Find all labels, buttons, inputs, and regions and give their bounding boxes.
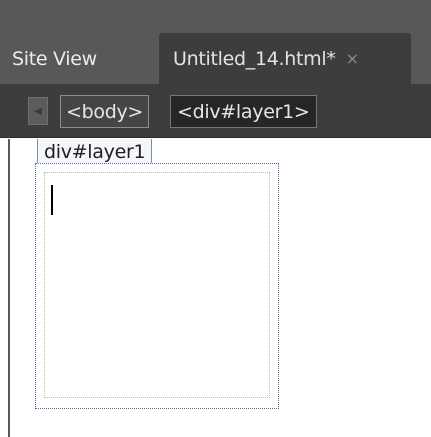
close-icon[interactable]: × [346,49,359,68]
layer-name-label: div#layer1 [44,140,146,163]
tab-untitled-document[interactable]: Untitled_14.html* × [159,33,411,84]
tag-body[interactable]: <body> [60,95,150,128]
layer1-div-box[interactable] [35,163,279,409]
tag-div-layer1-label: <div#layer1> [177,100,310,123]
tab-site-view-label: Site View [12,47,97,70]
tab-document-label: Untitled_14.html* [173,47,336,70]
layer1-content-area[interactable] [44,172,270,398]
tag-body-label: <body> [66,100,144,123]
tab-site-view[interactable]: Site View [0,33,156,84]
dreamweaver-document-window: Site View Untitled_14.html* × ◀ <body> <… [0,0,431,437]
document-tab-bar: Site View Untitled_14.html* × [0,0,431,84]
canvas-left-border [8,139,10,437]
text-cursor [51,185,53,215]
scroll-left-icon[interactable]: ◀ [28,97,48,125]
tag-div-layer1[interactable]: <div#layer1> [170,95,317,128]
tag-selector-bar: ◀ <body> <div#layer1> [0,84,431,138]
layer-name-tab[interactable]: div#layer1 [37,139,153,165]
